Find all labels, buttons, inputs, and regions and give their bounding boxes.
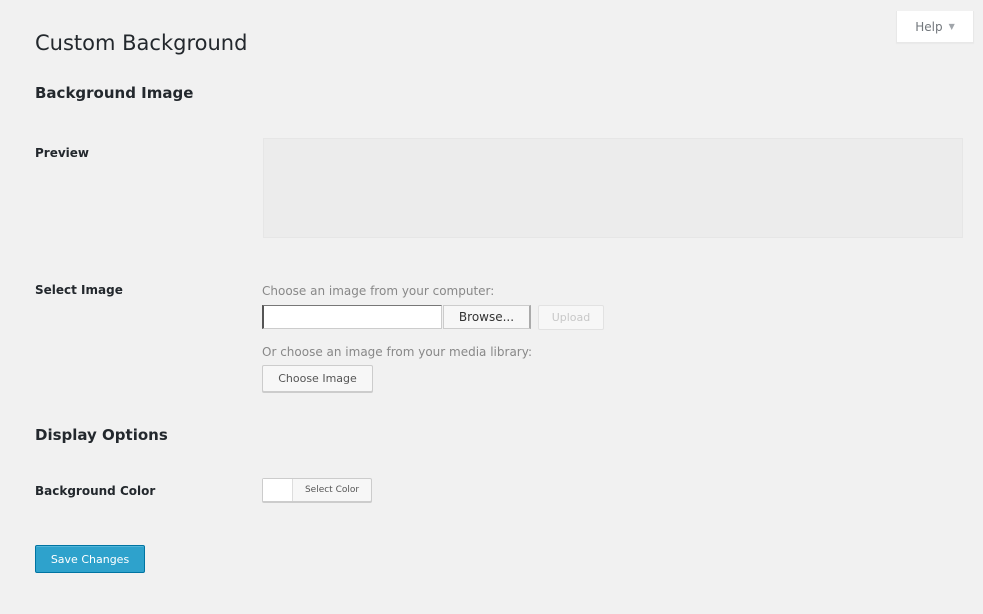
help-label: Help (915, 19, 943, 34)
section-title-display-options: Display Options (35, 426, 168, 444)
background-preview (263, 138, 963, 238)
help-tab-button[interactable]: Help ▼ (896, 11, 974, 43)
caret-down-icon: ▼ (948, 22, 955, 31)
file-path-input[interactable] (262, 305, 442, 329)
background-color-label: Background Color (35, 484, 156, 498)
upload-button[interactable]: Upload (538, 305, 604, 330)
choose-image-button[interactable]: Choose Image (262, 365, 373, 392)
computer-upload-hint: Choose an image from your computer: (262, 284, 495, 298)
select-image-label: Select Image (35, 283, 123, 297)
save-changes-button[interactable]: Save Changes (35, 545, 145, 573)
media-library-hint: Or choose an image from your media libra… (262, 345, 532, 359)
browse-button[interactable]: Browse... (443, 305, 531, 329)
color-picker-button[interactable]: Select Color (262, 478, 372, 502)
color-swatch (263, 479, 293, 501)
section-title-background-image: Background Image (35, 84, 194, 102)
select-color-label: Select Color (304, 485, 360, 495)
preview-label: Preview (35, 146, 90, 160)
page-title: Custom Background (35, 31, 248, 55)
